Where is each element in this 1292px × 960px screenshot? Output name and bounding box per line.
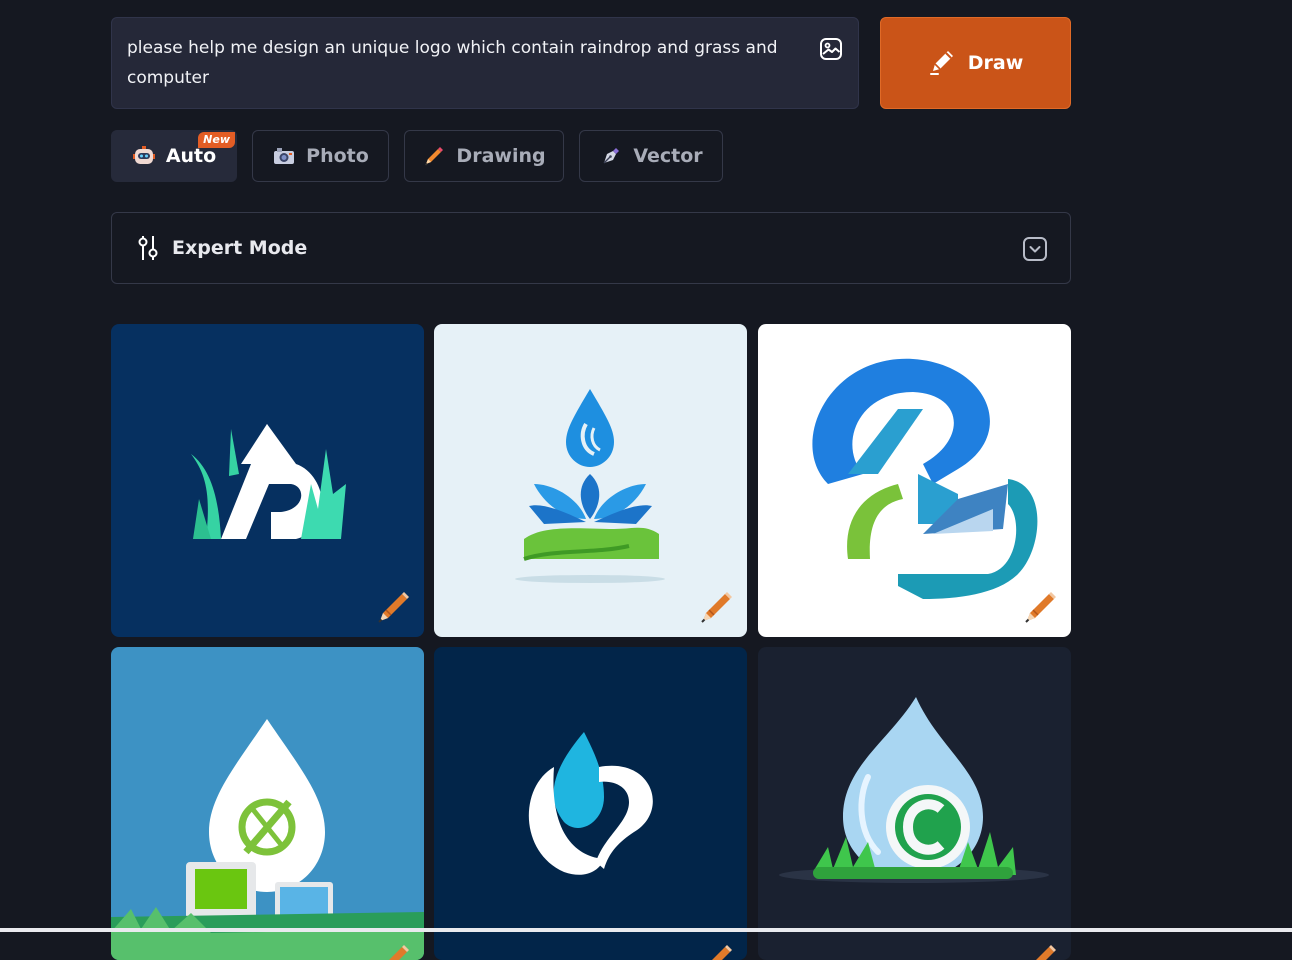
- new-badge: New: [198, 132, 235, 148]
- gallery-image-6[interactable]: [758, 647, 1071, 960]
- expert-mode-label: Expert Mode: [172, 237, 308, 259]
- edit-pencil-icon[interactable]: [1023, 942, 1059, 960]
- prompt-input[interactable]: please help me design an unique logo whi…: [111, 17, 859, 109]
- tab-drawing[interactable]: Drawing: [404, 130, 564, 182]
- sliders-icon: [137, 234, 159, 262]
- gallery-image-2[interactable]: [434, 324, 747, 637]
- edit-pencil-icon[interactable]: [376, 589, 412, 625]
- prompt-text[interactable]: please help me design an unique logo whi…: [127, 33, 807, 93]
- expert-mode-toggle[interactable]: Expert Mode: [111, 212, 1071, 284]
- tab-auto-label: Auto: [165, 145, 217, 167]
- logo-artwork: [111, 719, 424, 960]
- tab-photo[interactable]: Photo: [252, 130, 389, 182]
- tab-vector[interactable]: Vector: [579, 130, 723, 182]
- tab-photo-label: Photo: [306, 145, 369, 167]
- page-bottom-edge: [0, 928, 1292, 932]
- robot-icon: [132, 144, 156, 168]
- edit-pencil-icon[interactable]: [699, 589, 735, 625]
- pen-nib-icon: [599, 144, 623, 168]
- crayon-icon: [422, 144, 446, 168]
- camera-icon: [272, 144, 296, 168]
- edit-pencil-icon[interactable]: [376, 942, 412, 960]
- gallery-image-4[interactable]: [111, 647, 424, 960]
- chevron-down-icon[interactable]: [1022, 236, 1048, 262]
- pencil-icon: [928, 46, 958, 80]
- gallery-image-3[interactable]: [758, 324, 1071, 637]
- logo-artwork: [779, 697, 1049, 883]
- tab-vector-label: Vector: [633, 145, 703, 167]
- gallery-image-5[interactable]: [434, 647, 747, 960]
- tab-auto[interactable]: Auto New: [111, 130, 237, 182]
- edit-pencil-icon[interactable]: [699, 942, 735, 960]
- gallery-image-1[interactable]: [111, 324, 424, 637]
- tab-drawing-label: Drawing: [456, 145, 546, 167]
- image-upload-icon[interactable]: [818, 36, 844, 62]
- draw-button-label: Draw: [967, 52, 1024, 74]
- logo-artwork: [528, 732, 653, 875]
- draw-button[interactable]: Draw: [880, 17, 1071, 109]
- edit-pencil-icon[interactable]: [1023, 589, 1059, 625]
